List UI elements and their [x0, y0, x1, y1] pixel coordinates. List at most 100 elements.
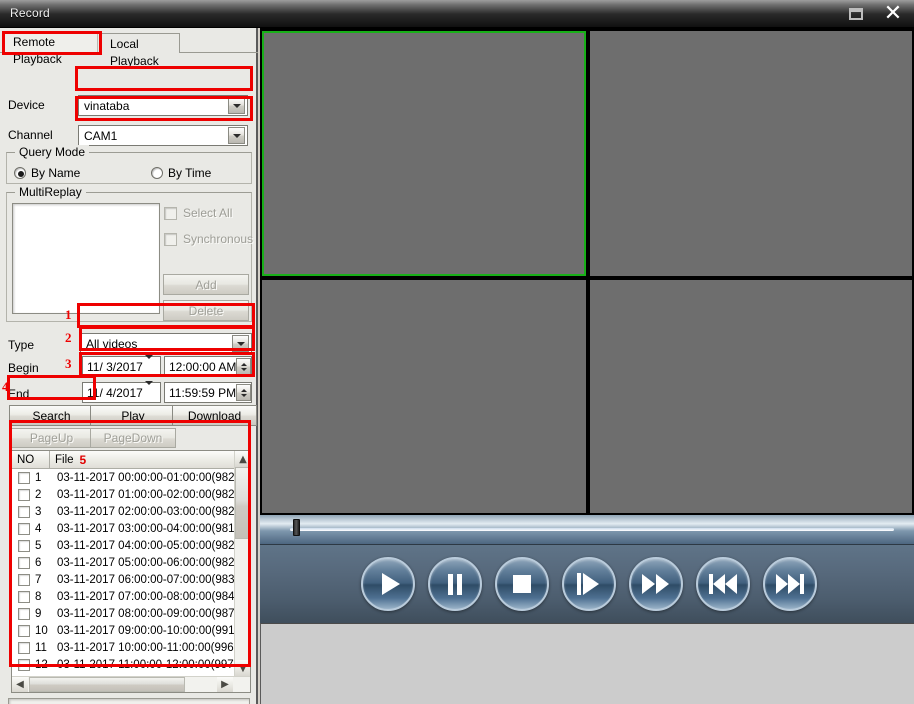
- channel-dropdown[interactable]: CAM1: [78, 125, 248, 146]
- row-checkbox[interactable]: [18, 522, 30, 535]
- radio-by-name-label: By Name: [31, 166, 81, 180]
- row-checkbox[interactable]: [18, 641, 30, 654]
- checkbox-synchronous[interactable]: Synchronous: [164, 232, 253, 246]
- table-row[interactable]: 11 03-11-2017 10:00:00-11:00:00(9962: [12, 639, 236, 656]
- scroll-up-button[interactable]: ▲: [235, 451, 250, 467]
- end-time-field[interactable]: 11:59:59 PM: [164, 382, 252, 403]
- vertical-scroll-thumb[interactable]: [235, 467, 250, 539]
- pageup-button[interactable]: PageUp: [9, 428, 94, 448]
- horizontal-scroll-thumb[interactable]: [29, 677, 185, 692]
- type-dropdown-value: All videos: [86, 336, 138, 351]
- table-row[interactable]: 3 03-11-2017 02:00:00-03:00:00(9822: [12, 503, 236, 520]
- previous-button[interactable]: [696, 557, 750, 611]
- file-list-horizontal-scrollbar[interactable]: ◀ ▶: [12, 676, 250, 692]
- pause-button[interactable]: [428, 557, 482, 611]
- delete-button[interactable]: Delete: [163, 300, 249, 321]
- radio-by-time[interactable]: By Time: [151, 166, 211, 180]
- chevron-down-icon[interactable]: [228, 97, 245, 114]
- next-button[interactable]: [763, 557, 817, 611]
- table-row[interactable]: 8 03-11-2017 07:00:00-08:00:00(9846: [12, 588, 236, 605]
- restore-button[interactable]: [838, 0, 874, 28]
- video-pane-1[interactable]: [262, 31, 586, 276]
- type-dropdown[interactable]: All videos: [80, 333, 252, 354]
- row-file-name: 03-11-2017 11:00:00-12:00:00(9972: [57, 658, 236, 671]
- video-pane-4[interactable]: [590, 280, 912, 513]
- video-pane-2[interactable]: [590, 31, 912, 276]
- begin-date-picker[interactable]: 11/ 3/2017: [82, 354, 161, 377]
- row-checkbox[interactable]: [18, 471, 30, 484]
- title-bar: Record ✕: [0, 0, 914, 28]
- scroll-left-button[interactable]: ◀: [12, 677, 28, 692]
- row-file-name: 03-11-2017 05:00:00-06:00:00(9826: [57, 556, 236, 569]
- row-checkbox[interactable]: [18, 488, 30, 501]
- row-checkbox[interactable]: [18, 539, 30, 552]
- row-no: 7: [35, 573, 42, 586]
- file-list[interactable]: NO File 5 1 03-11-2017 00:00:00-01:00:00(…: [11, 450, 251, 693]
- fast-forward-button[interactable]: [629, 557, 683, 611]
- multireplay-title: MultiReplay: [15, 185, 86, 199]
- annotation-number-5: 5: [79, 452, 87, 467]
- column-header-file[interactable]: File 5: [50, 451, 236, 468]
- table-row[interactable]: 10 03-11-2017 09:00:00-10:00:00(9916: [12, 622, 236, 639]
- search-button[interactable]: Search: [9, 405, 94, 426]
- table-row[interactable]: 1 03-11-2017 00:00:00-01:00:00(9822: [12, 469, 236, 486]
- skip-previous-icon: [709, 574, 737, 594]
- row-checkbox[interactable]: [18, 607, 30, 620]
- table-row[interactable]: 9 03-11-2017 08:00:00-09:00:00(9876: [12, 605, 236, 622]
- row-file-name: 03-11-2017 06:00:00-07:00:00(9835: [57, 573, 236, 586]
- table-row[interactable]: 12 03-11-2017 11:00:00-12:00:00(9972: [12, 656, 236, 673]
- video-pane-3[interactable]: [262, 280, 586, 513]
- begin-time-spinner[interactable]: [236, 358, 252, 375]
- seek-thumb[interactable]: [293, 519, 300, 536]
- query-mode-title: Query Mode: [15, 145, 90, 159]
- pagedown-button[interactable]: PageDown: [90, 428, 176, 448]
- playback-control-bar: [260, 544, 914, 623]
- seek-track[interactable]: [290, 528, 894, 531]
- row-checkbox[interactable]: [18, 658, 30, 671]
- file-list-vertical-scrollbar[interactable]: ▲ ▼: [234, 451, 250, 676]
- restore-icon: [849, 8, 863, 20]
- chevron-down-icon[interactable]: [145, 380, 160, 401]
- row-checkbox[interactable]: [18, 624, 30, 637]
- begin-time-field[interactable]: 12:00:00 AM: [164, 356, 252, 377]
- scroll-right-button[interactable]: ▶: [217, 677, 233, 692]
- column-header-no[interactable]: NO: [12, 451, 50, 468]
- row-checkbox[interactable]: [18, 590, 30, 603]
- multireplay-listbox[interactable]: [12, 203, 160, 314]
- add-button[interactable]: Add: [163, 274, 249, 295]
- table-row[interactable]: 6 03-11-2017 05:00:00-06:00:00(9826: [12, 554, 236, 571]
- row-checkbox[interactable]: [18, 573, 30, 586]
- radio-by-name[interactable]: By Name: [14, 166, 80, 180]
- row-checkbox[interactable]: [18, 556, 30, 569]
- search-button-label: Search: [32, 408, 71, 423]
- seek-bar[interactable]: [260, 515, 914, 544]
- play-button[interactable]: [361, 557, 415, 611]
- stop-button[interactable]: [495, 557, 549, 611]
- frame-step-button[interactable]: [562, 557, 616, 611]
- table-row[interactable]: 7 03-11-2017 06:00:00-07:00:00(9835: [12, 571, 236, 588]
- scroll-down-button[interactable]: ▼: [235, 660, 250, 676]
- row-no: 10: [35, 624, 48, 637]
- chevron-down-icon[interactable]: [228, 127, 245, 144]
- row-file-name: 03-11-2017 00:00:00-01:00:00(9822: [57, 471, 236, 484]
- annotation-number-2: 2: [65, 330, 72, 345]
- end-date-picker[interactable]: 11/ 4/2017: [82, 380, 161, 403]
- row-no: 12: [35, 658, 48, 671]
- chevron-down-icon[interactable]: [145, 354, 160, 375]
- end-time-spinner[interactable]: [236, 384, 252, 401]
- play-button-left[interactable]: Play: [90, 405, 176, 426]
- chevron-down-icon[interactable]: [232, 335, 249, 352]
- row-file-name: 03-11-2017 09:00:00-10:00:00(9916: [57, 624, 236, 637]
- close-button[interactable]: ✕: [874, 0, 912, 28]
- table-row[interactable]: 5 03-11-2017 04:00:00-05:00:00(9823: [12, 537, 236, 554]
- device-dropdown[interactable]: vinataba: [78, 95, 248, 116]
- checkbox-select-all[interactable]: Select All: [164, 206, 232, 220]
- tab-remote-playback[interactable]: Remote Playback: [3, 31, 98, 66]
- table-row[interactable]: 2 03-11-2017 01:00:00-02:00:00(9826: [12, 486, 236, 503]
- row-checkbox[interactable]: [18, 505, 30, 518]
- table-row[interactable]: 4 03-11-2017 03:00:00-04:00:00(9819: [12, 520, 236, 537]
- channel-dropdown-value: CAM1: [84, 128, 118, 143]
- pause-icon: [447, 573, 463, 595]
- tab-local-playback[interactable]: Local Playback: [100, 33, 180, 68]
- download-button[interactable]: Download: [172, 405, 257, 426]
